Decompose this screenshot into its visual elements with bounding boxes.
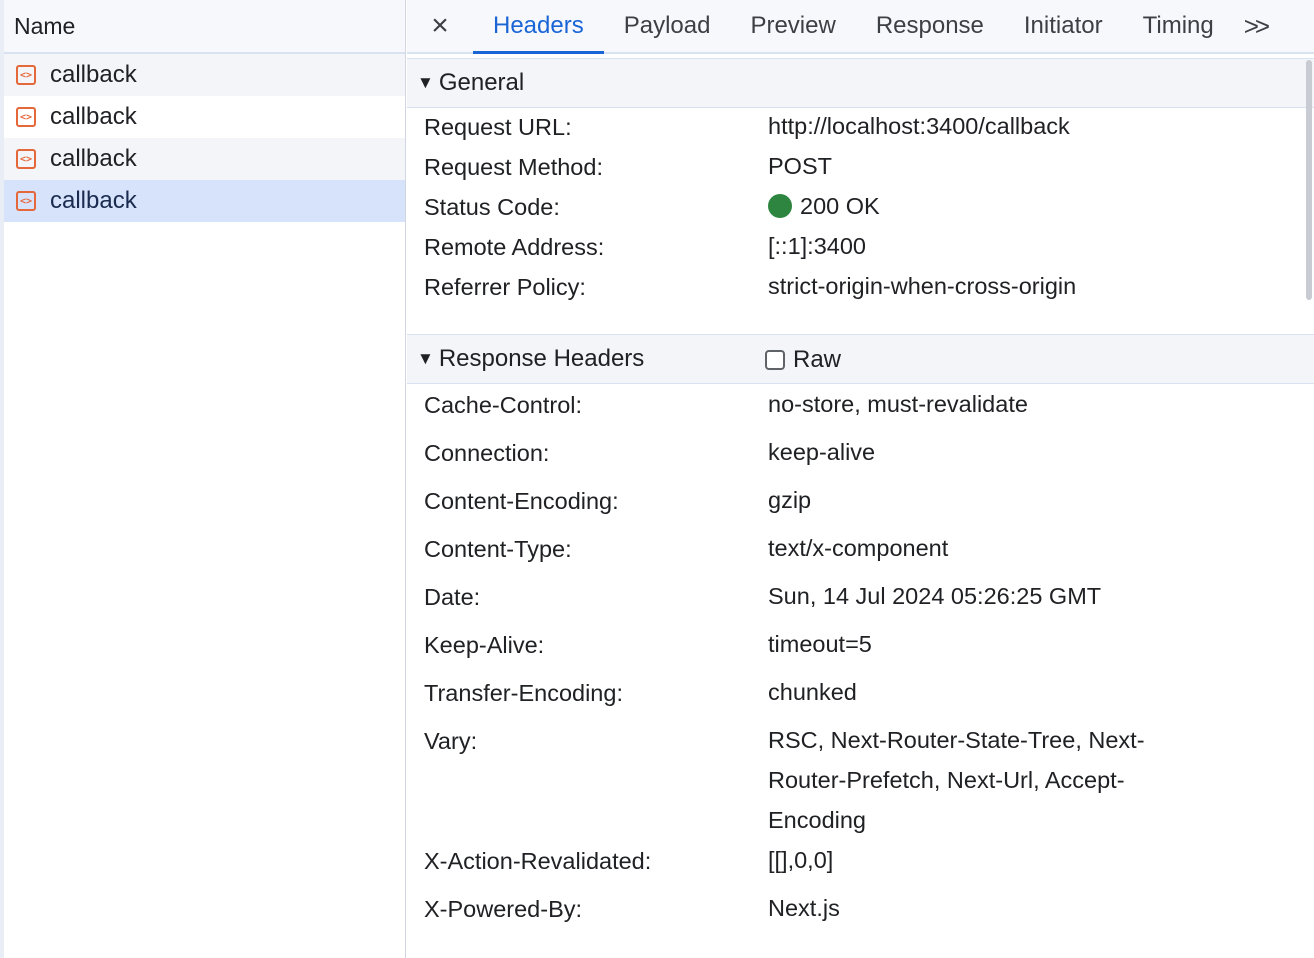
more-tabs-icon[interactable]: >> <box>1234 0 1270 52</box>
header-value: strict-origin-when-cross-origin <box>768 273 1077 299</box>
header-key: Date: <box>424 584 481 610</box>
general-section-header[interactable]: ▼ General <box>407 58 1314 108</box>
triangle-down-icon: ▼ <box>417 73 434 92</box>
tab-timing[interactable]: Timing <box>1123 0 1234 52</box>
header-value: [::1]:3400 <box>768 233 866 259</box>
name-column-header[interactable]: Name <box>4 0 405 54</box>
document-icon: <> <box>16 65 36 85</box>
header-value: gzip <box>768 487 812 513</box>
raw-label: Raw <box>793 346 842 373</box>
request-name: callback <box>50 187 137 214</box>
status-value: 200 OK <box>768 186 1198 226</box>
header-key: Referrer Policy: <box>424 274 586 300</box>
request-name: callback <box>50 103 137 130</box>
header-key: Vary: <box>424 728 478 754</box>
request-name: callback <box>50 61 137 88</box>
header-key: Connection: <box>424 440 550 466</box>
tab-payload[interactable]: Payload <box>604 0 731 52</box>
general-section-body: Request URL: http://localhost:3400/callb… <box>407 108 1314 334</box>
header-key: Status Code: <box>424 194 560 220</box>
header-key: Cache-Control: <box>424 392 583 418</box>
triangle-down-icon: ▼ <box>417 349 434 368</box>
response-header-row: Vary: RSC, Next-Router-State-Tree, Next-… <box>407 727 1314 848</box>
header-value: http://localhost:3400/callback <box>768 113 1070 139</box>
header-value: chunked <box>768 679 857 705</box>
request-row[interactable]: <> callback <box>4 54 405 96</box>
header-value: Next.js <box>768 895 840 921</box>
request-list-pane: Name <> callback <> callback <> callback… <box>0 0 406 958</box>
header-value: Sun, 14 Jul 2024 05:26:25 GMT <box>768 583 1102 609</box>
header-key: Remote Address: <box>424 234 605 260</box>
header-key: Content-Type: <box>424 536 572 562</box>
header-key: Request URL: <box>424 114 572 140</box>
header-value: POST <box>768 153 832 179</box>
header-value: [[],0,0] <box>768 847 834 873</box>
header-value: no-store, must-revalidate <box>768 391 1028 417</box>
status-success-icon <box>768 194 792 218</box>
tab-preview[interactable]: Preview <box>730 0 855 52</box>
header-value: RSC, Next-Router-State-Tree, Next-Router… <box>768 727 1145 833</box>
response-header-row: X-Powered-By: Next.js <box>407 895 1314 944</box>
header-value: timeout=5 <box>768 631 872 657</box>
response-headers-title: Response Headers <box>438 345 645 372</box>
request-details-pane: × Headers Payload Preview Response Initi… <box>407 0 1314 958</box>
request-row-selected[interactable]: <> callback <box>4 180 405 222</box>
close-icon[interactable]: × <box>407 0 473 52</box>
header-key: X-Action-Revalidated: <box>424 848 652 874</box>
header-key: X-Powered-By: <box>424 896 583 922</box>
tab-response[interactable]: Response <box>856 0 1004 52</box>
request-row[interactable]: <> callback <box>4 138 405 180</box>
document-icon: <> <box>16 191 36 211</box>
request-name: callback <box>50 145 137 172</box>
general-row-referrer-policy: Referrer Policy: strict-origin-when-cros… <box>407 273 1314 314</box>
header-key: Keep-Alive: <box>424 632 545 658</box>
details-tabbar: × Headers Payload Preview Response Initi… <box>407 0 1314 54</box>
response-headers-section-header[interactable]: ▼ Response Headers Raw <box>407 334 1314 384</box>
header-key: Content-Encoding: <box>424 488 619 514</box>
raw-toggle[interactable]: Raw <box>765 335 841 385</box>
status-text: 200 OK <box>800 193 880 219</box>
raw-checkbox[interactable] <box>765 350 785 370</box>
header-key: Request Method: <box>424 154 603 180</box>
header-value: text/x-component <box>768 535 949 561</box>
header-value: keep-alive <box>768 439 876 465</box>
document-icon: <> <box>16 107 36 127</box>
response-headers-body: Cache-Control: no-store, must-revalidate… <box>407 384 1314 944</box>
document-icon: <> <box>16 149 36 169</box>
general-section-title: General <box>438 69 525 96</box>
name-column-label: Name <box>14 12 76 39</box>
tab-initiator[interactable]: Initiator <box>1004 0 1123 52</box>
request-row[interactable]: <> callback <box>4 96 405 138</box>
header-key: Transfer-Encoding: <box>424 680 623 706</box>
vertical-scrollbar[interactable] <box>1306 60 1312 300</box>
tab-headers[interactable]: Headers <box>473 0 604 54</box>
